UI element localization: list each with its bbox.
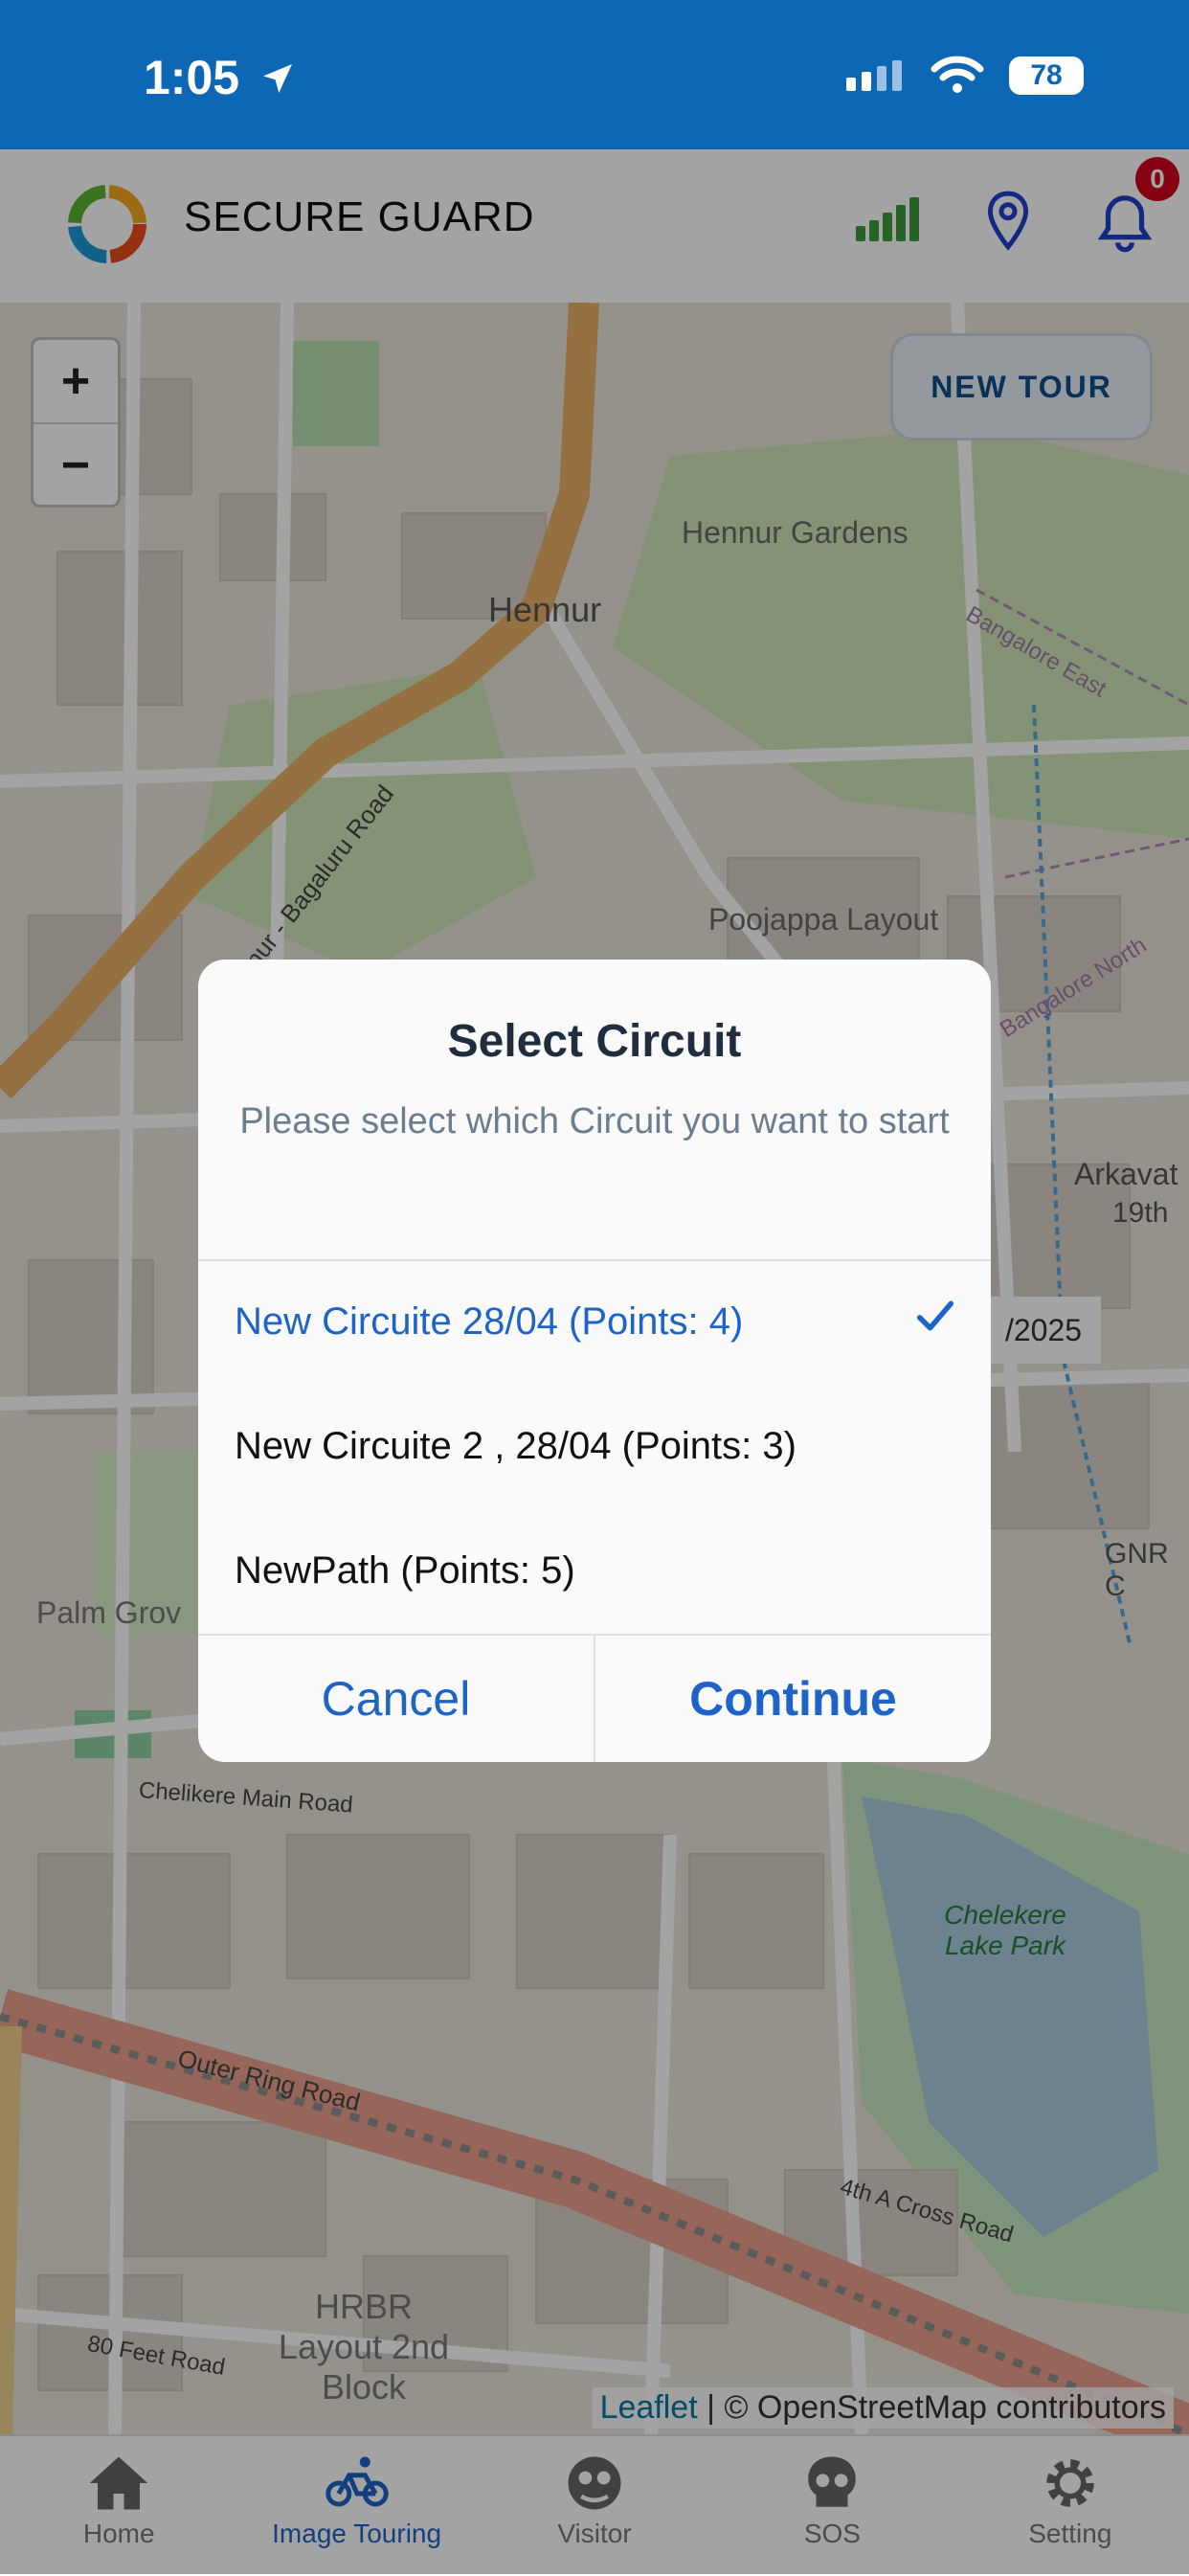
select-circuit-dialog: Select Circuit Please select which Circu…: [198, 960, 991, 1762]
status-right: 78: [846, 56, 1084, 96]
circuit-option-3[interactable]: NewPath (Points: 5): [235, 1549, 575, 1593]
circuit-option-1[interactable]: New Circuite 28/04 (Points: 4): [235, 1300, 743, 1344]
circuit-option-2[interactable]: New Circuite 2 , 28/04 (Points: 3): [235, 1425, 796, 1468]
status-bar: 1:05 78: [0, 0, 1189, 149]
checkmark-icon: [916, 1300, 954, 1331]
cancel-button[interactable]: Cancel: [198, 1636, 594, 1762]
location-arrow-icon: [262, 64, 292, 93]
dialog-divider: [198, 1259, 991, 1261]
cellular-signal-icon: [846, 60, 902, 91]
wifi-icon: [931, 56, 984, 93]
status-time: 1:05: [144, 50, 297, 105]
battery-level: 78: [1030, 59, 1063, 91]
dialog-subtitle: Please select which Circuit you want to …: [239, 1101, 950, 1141]
dialog-title: Select Circuit: [447, 1016, 742, 1067]
battery-indicator: 78: [1009, 56, 1084, 95]
status-time-text: 1:05: [144, 51, 240, 104]
continue-button[interactable]: Continue: [595, 1636, 991, 1762]
